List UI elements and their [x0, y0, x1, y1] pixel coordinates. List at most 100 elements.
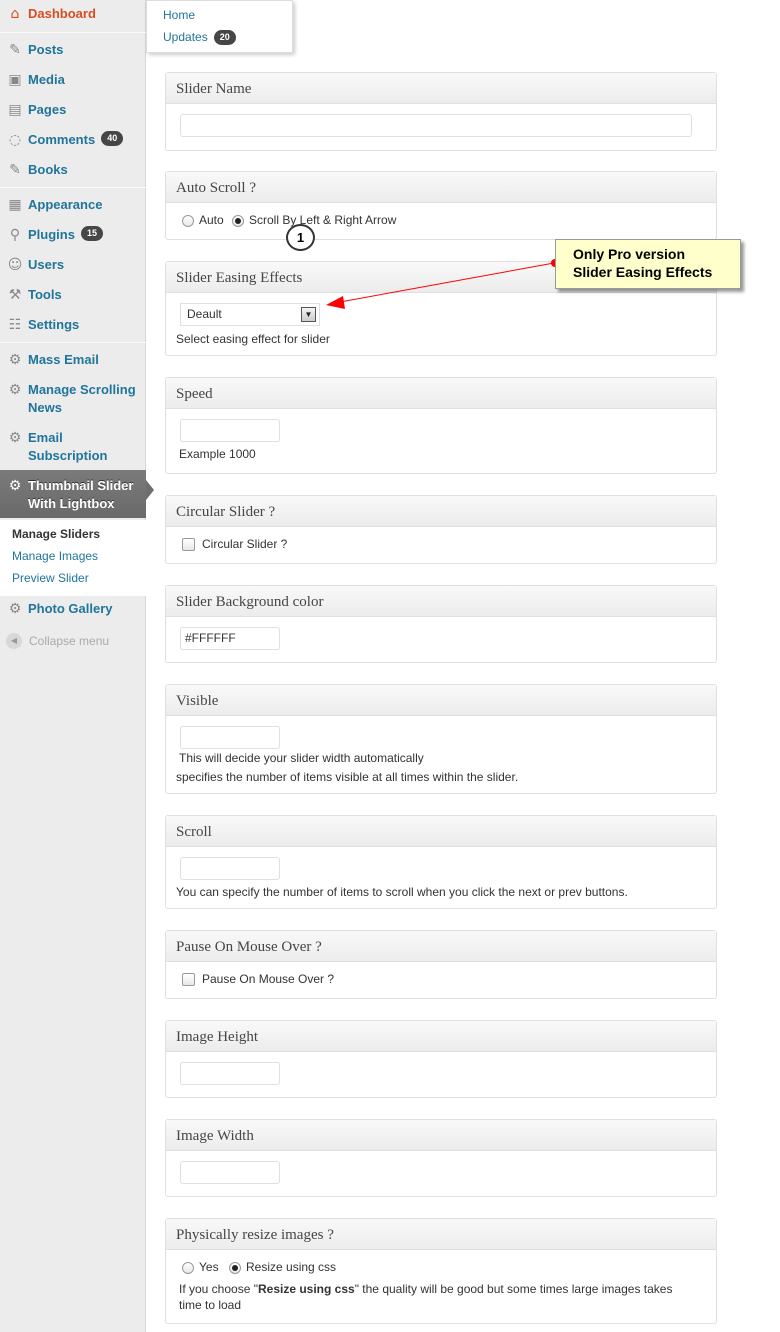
speed-help-text: Example 1000	[179, 447, 256, 461]
resize-css-radio[interactable]	[229, 1262, 241, 1274]
tools-icon: ⚒	[8, 287, 22, 303]
menu-media[interactable]: ▣ Media	[0, 71, 146, 89]
menu-comments[interactable]: ◌ Comments 40	[0, 131, 146, 149]
panel-title: Auto Scroll ?	[166, 172, 716, 203]
panel-title: Physically resize images ?	[166, 1219, 716, 1250]
slider-name-input[interactable]	[180, 114, 692, 137]
menu-settings[interactable]: ☷ Settings	[0, 316, 146, 334]
image-width-input[interactable]	[180, 1161, 280, 1184]
menu-label: Plugins	[28, 227, 75, 242]
visible-help-text-2: specifies the number of items visible at…	[176, 770, 519, 784]
easing-help-text: Select easing effect for slider	[176, 332, 330, 346]
background-color-input[interactable]: #FFFFFF	[180, 627, 280, 650]
flyout-updates-link[interactable]: Updates 20	[163, 30, 236, 46]
callout-line-1: Only Pro version	[573, 246, 686, 262]
menu-appearance[interactable]: ▦ Appearance	[0, 196, 146, 214]
menu-label: Media	[28, 72, 65, 87]
menu-dashboard[interactable]: ⌂ Dashboard	[0, 5, 146, 23]
resize-help-post: " the quality will be good but some time…	[354, 1282, 673, 1296]
menu-label: Users	[28, 257, 65, 272]
panel-image-height: Image Height	[165, 1020, 717, 1098]
resize-help-text: If you choose "Resize using css" the qua…	[179, 1282, 672, 1296]
easing-select-value: Deault	[187, 307, 222, 321]
panel-title: Speed	[166, 378, 716, 409]
pause-on-hover-label: Pause On Mouse Over ?	[202, 972, 335, 986]
collapse-label: Collapse menu	[29, 634, 110, 648]
menu-tools[interactable]: ⚒ Tools	[0, 286, 146, 304]
menu-thumbnail-slider[interactable]: ⚙ Thumbnail Slider With Lightbox	[0, 470, 154, 518]
menu-label: Dashboard	[28, 6, 96, 21]
resize-yes-radio[interactable]	[182, 1262, 194, 1274]
visible-help-text-1: This will decide your slider width autom…	[179, 751, 424, 765]
users-icon: ☺	[7, 257, 23, 273]
menu-label: Mass Email	[28, 352, 99, 367]
plugin-icon: ⚲	[9, 227, 21, 243]
scroll-arrow-radio[interactable]	[232, 215, 244, 227]
menu-books[interactable]: ✎ Books	[0, 161, 146, 179]
menu-users[interactable]: ☺ Users	[0, 256, 146, 274]
pause-on-hover-checkbox[interactable]	[182, 973, 195, 986]
menu-pages[interactable]: ▤ Pages	[0, 101, 146, 119]
panel-auto-scroll: Auto Scroll ? Auto Scroll By Left & Righ…	[165, 171, 717, 240]
resize-css-label: Resize using css	[246, 1260, 337, 1274]
panel-title: Slider Name	[166, 73, 716, 104]
submenu-preview-slider[interactable]: Preview Slider	[12, 571, 89, 585]
scroll-input[interactable]	[180, 857, 280, 880]
menu-posts[interactable]: ✎ Posts	[0, 41, 146, 59]
collapse-menu[interactable]: ◀ Collapse menu	[6, 633, 109, 649]
annotation-number: 1	[286, 224, 315, 251]
submenu-manage-images[interactable]: Manage Images	[12, 549, 98, 563]
gear-icon: ⚙	[8, 478, 22, 494]
plugins-count-badge: 15	[80, 226, 103, 241]
menu-email-subscription[interactable]: ⚙ Email Subscription	[0, 429, 146, 465]
menu-label: Photo Gallery	[28, 601, 113, 616]
settings-icon: ☷	[8, 317, 22, 333]
comments-count-badge: 40	[101, 131, 124, 146]
panel-title: Circular Slider ?	[166, 496, 716, 527]
menu-label: Books	[28, 162, 68, 177]
gear-icon: ⚙	[8, 430, 22, 446]
menu-separator	[0, 32, 146, 33]
menu-manage-scrolling-news[interactable]: ⚙ Manage Scrolling News	[0, 381, 146, 417]
callout-line-2: Slider Easing Effects	[573, 264, 713, 280]
panel-title: Image Width	[166, 1120, 716, 1151]
auto-radio[interactable]	[182, 215, 194, 227]
admin-sidebar: ⌂ Dashboard ✎ Posts ▣ Media ▤ Pages ◌ Co…	[0, 0, 154, 1332]
home-icon: ⌂	[10, 6, 20, 22]
menu-mass-email[interactable]: ⚙ Mass Email	[0, 351, 146, 369]
scroll-arrow-radio-label: Scroll By Left & Right Arrow	[249, 213, 397, 227]
panel-title: Slider Background color	[166, 586, 716, 617]
menu-photo-gallery[interactable]: ⚙ Photo Gallery	[0, 600, 146, 618]
comment-icon: ◌	[8, 132, 22, 148]
pin-icon: ✎	[9, 42, 21, 58]
menu-label: Appearance	[28, 197, 103, 212]
media-icon: ▣	[8, 72, 22, 88]
panel-circular-slider: Circular Slider ? Circular Slider ?	[165, 495, 717, 564]
resize-help-text-2: time to load	[179, 1298, 242, 1312]
speed-input[interactable]	[180, 419, 280, 442]
resize-help-pre: If you choose "	[179, 1282, 258, 1296]
menu-label: Settings	[28, 317, 80, 332]
panel-physically-resize: Physically resize images ? Yes Resize us…	[165, 1218, 717, 1324]
circular-slider-label: Circular Slider ?	[202, 537, 288, 551]
collapse-arrow-icon: ◀	[6, 633, 22, 649]
menu-label: Thumbnail Slider With Lightbox	[28, 478, 134, 511]
panel-image-width: Image Width	[165, 1119, 717, 1197]
panel-pause-on-hover: Pause On Mouse Over ? Pause On Mouse Ove…	[165, 930, 717, 999]
dashboard-flyout: Home Updates 20	[146, 0, 293, 53]
panel-title: Image Height	[166, 1021, 716, 1052]
menu-label: Comments	[28, 132, 96, 147]
easing-select[interactable]: Deault ▼	[180, 303, 320, 326]
menu-label: Posts	[28, 42, 64, 57]
flyout-home-link[interactable]: Home	[163, 8, 195, 22]
pages-icon: ▤	[8, 102, 22, 118]
panel-speed: Speed Example 1000	[165, 377, 717, 474]
menu-label: Manage Scrolling News	[28, 382, 136, 415]
active-menu-arrow	[146, 480, 154, 500]
circular-slider-checkbox[interactable]	[182, 538, 195, 551]
menu-plugins[interactable]: ⚲ Plugins 15	[0, 226, 146, 244]
image-height-input[interactable]	[180, 1062, 280, 1085]
menu-separator	[0, 187, 146, 188]
submenu-manage-sliders[interactable]: Manage Sliders	[12, 527, 100, 541]
visible-input[interactable]	[180, 726, 280, 749]
